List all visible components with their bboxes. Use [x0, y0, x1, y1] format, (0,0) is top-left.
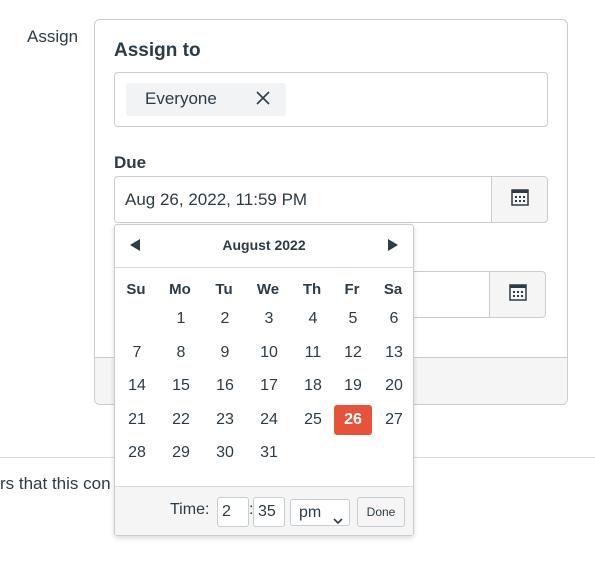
weekday-label: We — [256, 281, 280, 298]
calendar-day[interactable]: 10 — [250, 338, 288, 368]
date-picker-header: August 2022 — [115, 225, 413, 268]
assignee-tag-label: Everyone — [145, 89, 217, 108]
weekday-header-row: Su Mo Tu We Th Fr Sa — [115, 281, 415, 301]
time-footer: Time: : pm Done — [115, 486, 413, 535]
calendar-day[interactable]: 27 — [375, 405, 413, 435]
calendar-day[interactable]: 9 — [206, 338, 244, 368]
calendar-day[interactable]: 31 — [250, 438, 288, 468]
calendar-day[interactable]: 30 — [206, 438, 244, 468]
calendar-icon — [508, 282, 528, 307]
calendar-day[interactable]: 13 — [375, 338, 413, 368]
am-pm-select[interactable]: pm — [290, 499, 350, 526]
date-picker-popup: August 2022 Su Mo Tu We Th Fr Sa 1 2 3 4 5 6 7 8 9 10 11… — [114, 224, 414, 536]
weekday-label: Fr — [344, 281, 360, 298]
calendar-day[interactable]: 1 — [162, 304, 200, 334]
month-title: August 2022 — [222, 237, 306, 253]
calendar-day[interactable]: 16 — [206, 371, 244, 401]
remove-tag-icon[interactable] — [254, 89, 272, 107]
calendar-day[interactable]: 4 — [294, 304, 332, 334]
weekday-label: Th — [302, 281, 322, 298]
due-date-input[interactable] — [114, 176, 492, 223]
calendar-day[interactable]: 11 — [294, 338, 332, 368]
calendar-day[interactable]: 28 — [118, 438, 156, 468]
calendar-day[interactable]: 17 — [250, 371, 288, 401]
assign-to-input[interactable]: Everyone — [114, 72, 548, 127]
help-text: rs that this con — [0, 474, 111, 493]
calendar-day-selected[interactable]: 26 — [334, 404, 372, 435]
calendar-icon — [510, 187, 530, 212]
weekday-label: Mo — [169, 281, 191, 298]
chevron-down-icon — [333, 508, 343, 533]
am-pm-value: pm — [299, 504, 322, 521]
calendar-day[interactable]: 14 — [118, 371, 156, 401]
calendar-day[interactable]: 6 — [375, 304, 413, 334]
weekday-label: Sa — [383, 281, 403, 298]
done-button[interactable]: Done — [357, 497, 405, 527]
calendar-day[interactable]: 15 — [162, 371, 200, 401]
weekday-label: Tu — [215, 281, 233, 298]
calendar-day[interactable]: 3 — [250, 304, 288, 334]
calendar-day[interactable]: 24 — [250, 405, 288, 435]
assignee-tag[interactable]: Everyone — [126, 83, 286, 116]
calendar-day[interactable]: 23 — [206, 405, 244, 435]
assign-label: Assign — [27, 27, 79, 46]
assign-to-heading: Assign to — [114, 40, 201, 61]
calendar-day[interactable]: 25 — [294, 405, 332, 435]
time-label: Time: — [170, 501, 210, 518]
due-calendar-button[interactable] — [491, 176, 548, 223]
calendar-day[interactable]: 29 — [162, 438, 200, 468]
available-from-calendar-button[interactable] — [489, 271, 546, 318]
calendar-day[interactable]: 22 — [162, 405, 200, 435]
calendar-day[interactable]: 7 — [118, 338, 156, 368]
calendar-day[interactable]: 21 — [118, 405, 156, 435]
minute-input[interactable] — [253, 497, 285, 527]
available-from-input[interactable] — [404, 271, 490, 318]
hour-input[interactable] — [217, 497, 249, 527]
calendar-day[interactable]: 20 — [375, 371, 413, 401]
weekday-label: Su — [126, 281, 146, 298]
calendar-day[interactable]: 5 — [334, 304, 372, 334]
next-month-icon[interactable] — [385, 237, 401, 253]
calendar-day[interactable]: 12 — [334, 338, 372, 368]
calendar-day[interactable]: 8 — [162, 338, 200, 368]
calendar-day[interactable]: 19 — [334, 371, 372, 401]
calendar-day[interactable]: 18 — [294, 371, 332, 401]
calendar-day[interactable]: 2 — [206, 304, 244, 334]
due-label: Due — [114, 153, 147, 172]
